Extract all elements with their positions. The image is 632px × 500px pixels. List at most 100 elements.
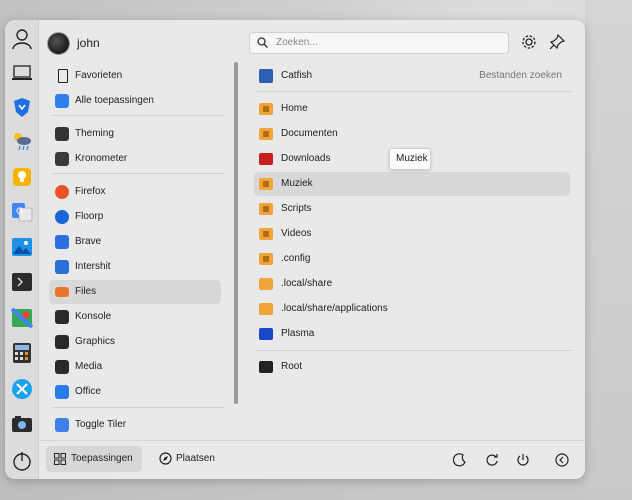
- lightbulb-icon[interactable]: [11, 166, 33, 188]
- theming-icon: [55, 127, 69, 141]
- power-icon[interactable]: [11, 450, 33, 472]
- laptop-icon[interactable]: [11, 62, 33, 84]
- category-label: Files: [75, 286, 97, 297]
- category-scrollbar[interactable]: [234, 62, 238, 404]
- launcher-footer: Toepassingen Plaatsen: [38, 440, 585, 479]
- stopwatch-icon: [55, 152, 69, 166]
- category-label: Alle toepassingen: [75, 95, 154, 106]
- list-item-plasma[interactable]: Plasma: [254, 322, 570, 346]
- category-label: Konsole: [75, 311, 112, 322]
- category-label: Office: [75, 386, 101, 397]
- category-intershit[interactable]: Intershit: [49, 255, 224, 279]
- item-label: Downloads: [281, 153, 331, 164]
- category-konsole[interactable]: Konsole: [49, 305, 224, 329]
- category-label: Toggle Tiler: [75, 419, 127, 430]
- item-label: Scripts: [281, 203, 312, 214]
- downloads-folder-icon: [259, 153, 273, 165]
- compass-icon: [159, 452, 172, 465]
- item-label: Plasma: [281, 328, 315, 339]
- xtreme-icon[interactable]: [11, 378, 33, 400]
- intershit-icon: [55, 260, 69, 274]
- category-label: Graphics: [75, 336, 116, 347]
- bookmark-icon: [58, 69, 68, 83]
- category-firefox[interactable]: Firefox: [49, 180, 224, 204]
- office-icon: [55, 385, 69, 399]
- avatar[interactable]: [47, 32, 70, 55]
- tooltip: Muziek: [389, 148, 431, 170]
- divider: [255, 91, 571, 92]
- category-media[interactable]: Media: [49, 355, 224, 379]
- category-theming[interactable]: Theming: [49, 122, 224, 146]
- sleep-icon[interactable]: [452, 453, 467, 467]
- tab-plaatsen[interactable]: Plaatsen: [151, 446, 223, 472]
- category-toggle-tiler[interactable]: Toggle Tiler: [49, 413, 224, 437]
- category-alle-toepassingen[interactable]: Alle toepassingen: [49, 89, 224, 113]
- logout-icon[interactable]: [555, 453, 569, 467]
- list-item-videos[interactable]: Videos: [254, 222, 570, 246]
- brave-icon: [55, 235, 69, 249]
- user-icon[interactable]: [11, 28, 33, 50]
- category-graphics[interactable]: Graphics: [49, 330, 224, 354]
- item-sublabel: Bestanden zoeken: [479, 70, 562, 81]
- category-kronometer[interactable]: Kronometer: [49, 147, 224, 171]
- list-item-muziek[interactable]: Muziek: [254, 172, 570, 196]
- application-launcher: G john Zoeken... Favorieten Alle toepass…: [5, 20, 585, 479]
- item-label: .local/share: [281, 278, 333, 289]
- catfish-icon: [259, 69, 273, 83]
- tiler-icon: [55, 418, 69, 432]
- maps-icon[interactable]: [10, 307, 34, 329]
- camera-icon[interactable]: [11, 413, 33, 435]
- category-label: Intershit: [75, 261, 111, 272]
- username: john: [77, 36, 100, 50]
- divider: [255, 350, 571, 351]
- divider: [52, 173, 224, 174]
- places-list: Catfish Bestanden zoeken Home Documenten…: [249, 64, 579, 444]
- divider: [52, 407, 224, 408]
- category-brave[interactable]: Brave: [49, 230, 224, 254]
- translate-icon[interactable]: G: [11, 201, 33, 223]
- list-item-catfish[interactable]: Catfish Bestanden zoeken: [254, 64, 570, 88]
- restart-icon[interactable]: [485, 453, 499, 467]
- item-label: Home: [281, 103, 308, 114]
- category-label: Favorieten: [75, 70, 123, 81]
- item-label: Catfish: [281, 70, 313, 81]
- item-label: .config: [281, 253, 311, 264]
- category-favorieten[interactable]: Favorieten: [49, 64, 224, 88]
- folder-icon: [259, 303, 273, 315]
- terminal-icon[interactable]: [11, 271, 33, 293]
- gear-icon[interactable]: [520, 33, 538, 51]
- list-item-root[interactable]: Root: [254, 355, 570, 379]
- category-label: Firefox: [75, 186, 106, 197]
- brave-icon[interactable]: [11, 96, 33, 118]
- search-input[interactable]: Zoeken...: [249, 32, 509, 54]
- list-item-local-share[interactable]: .local/share: [254, 272, 570, 296]
- files-icon: [55, 287, 69, 297]
- launcher-header: john Zoeken...: [38, 20, 585, 64]
- music-folder-icon: [259, 178, 273, 190]
- list-item-local-share-applications[interactable]: .local/share/applications: [254, 297, 570, 321]
- category-floorp[interactable]: Floorp: [49, 205, 224, 229]
- list-item-config[interactable]: .config: [254, 247, 570, 271]
- favorites-bar: G: [5, 20, 39, 479]
- documents-folder-icon: [259, 128, 273, 140]
- videos-folder-icon: [259, 228, 273, 240]
- power-icon[interactable]: [516, 453, 530, 467]
- weather-icon[interactable]: [11, 130, 33, 152]
- list-item-documenten[interactable]: Documenten: [254, 122, 570, 146]
- search-icon: [257, 37, 268, 48]
- list-item-home[interactable]: Home: [254, 97, 570, 121]
- svg-text:G: G: [16, 207, 23, 217]
- list-item-scripts[interactable]: Scripts: [254, 197, 570, 221]
- item-label: Documenten: [281, 128, 338, 139]
- category-label: Brave: [75, 236, 102, 247]
- item-label: Videos: [281, 228, 312, 239]
- plasma-folder-icon: [259, 328, 273, 340]
- image-viewer-icon[interactable]: [11, 236, 33, 258]
- calculator-icon[interactable]: [11, 342, 33, 364]
- pin-icon[interactable]: [548, 33, 566, 51]
- item-label: Root: [281, 361, 303, 372]
- category-files[interactable]: Files: [49, 280, 221, 304]
- category-label: Theming: [75, 128, 114, 139]
- tab-toepassingen[interactable]: Toepassingen: [46, 446, 142, 472]
- category-office[interactable]: Office: [49, 380, 224, 404]
